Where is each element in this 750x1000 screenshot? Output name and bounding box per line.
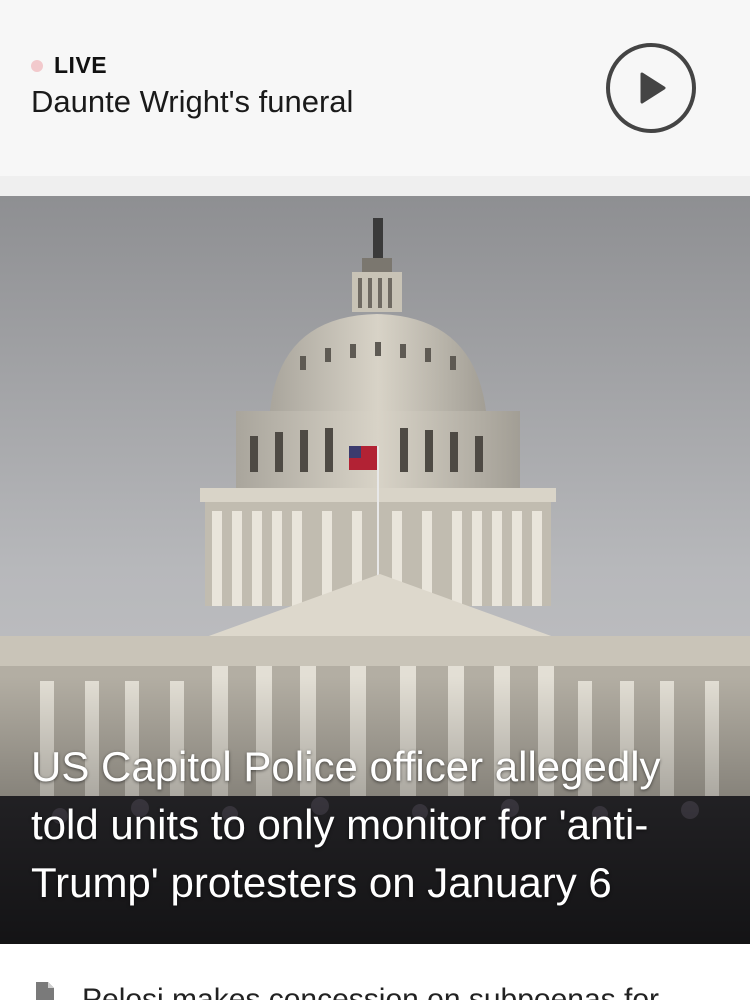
next-story-item[interactable]: Pelosi makes concession on subpoenas for <box>0 944 750 1000</box>
live-indicator: LIVE <box>31 52 107 79</box>
play-button[interactable] <box>606 43 696 133</box>
live-title[interactable]: Daunte Wright's funeral <box>31 84 353 120</box>
play-icon <box>640 72 666 104</box>
hero-headline[interactable]: US Capitol Police officer allegedly told… <box>31 738 731 912</box>
live-card[interactable]: LIVE Daunte Wright's funeral <box>0 0 750 176</box>
live-label: LIVE <box>54 52 108 78</box>
live-dot-icon <box>31 59 43 72</box>
document-icon <box>36 982 54 1000</box>
next-story-title[interactable]: Pelosi makes concession on subpoenas for <box>82 983 659 1000</box>
hero-story[interactable]: US Capitol Police officer allegedly told… <box>0 196 750 944</box>
